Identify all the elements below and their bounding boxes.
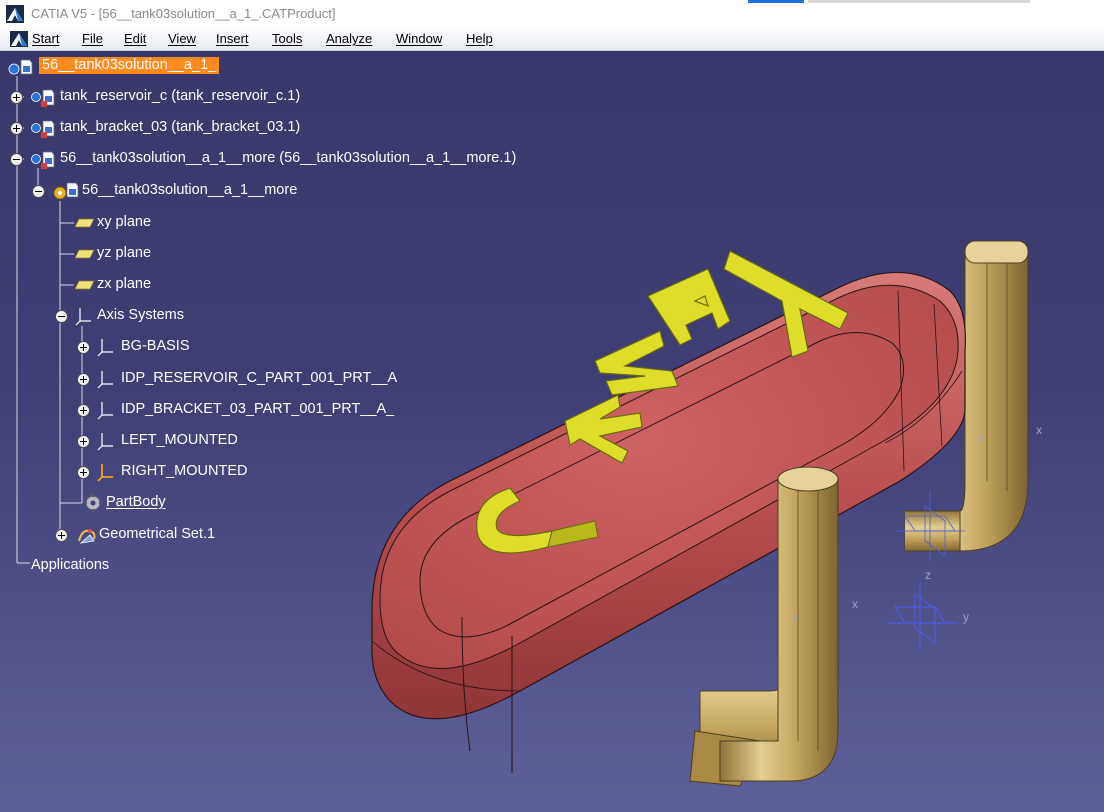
menu-help[interactable]: Help bbox=[466, 31, 493, 46]
axis-label-y-2: y bbox=[792, 609, 798, 623]
tree-label-left-mounted[interactable]: LEFT_MOUNTED bbox=[121, 432, 238, 449]
axis-system-icon bbox=[97, 402, 113, 420]
tree-label-yz-plane[interactable]: yz plane bbox=[97, 245, 151, 262]
expand-icon[interactable] bbox=[77, 466, 90, 479]
tree-node-axis-systems[interactable]: Axis Systems bbox=[0, 306, 300, 326]
axis-gizmo-left-mounted[interactable] bbox=[888, 581, 958, 651]
tree-node-applications[interactable]: Applications bbox=[0, 556, 200, 576]
menu-window[interactable]: Window bbox=[396, 31, 442, 46]
tree-node-yz-plane[interactable]: yz plane bbox=[0, 244, 300, 264]
component-icon bbox=[31, 89, 55, 107]
tree-node-part[interactable]: 56__tank03solution__a_1__more bbox=[0, 181, 400, 201]
tree-label-idp-bracket[interactable]: IDP_BRACKET_03_PART_001_PRT__A_ bbox=[121, 401, 394, 418]
axis-label-z-1: z bbox=[925, 568, 931, 582]
collapse-icon[interactable] bbox=[32, 185, 45, 198]
expand-icon[interactable] bbox=[77, 435, 90, 448]
partbody-gear-icon bbox=[84, 494, 102, 512]
menu-bar: Start File Edit View Insert Tools Analyz… bbox=[0, 28, 1104, 51]
plane-icon bbox=[75, 280, 95, 290]
tree-node-left-mounted[interactable]: LEFT_MOUNTED bbox=[0, 431, 300, 451]
component-icon bbox=[31, 120, 55, 138]
menu-analyze[interactable]: Analyze bbox=[326, 31, 372, 46]
expand-icon[interactable] bbox=[77, 404, 90, 417]
menu-file[interactable]: File bbox=[82, 31, 103, 46]
tree-node-idp-bracket[interactable]: IDP_BRACKET_03_PART_001_PRT__A_ bbox=[0, 400, 420, 420]
expand-icon[interactable] bbox=[10, 122, 23, 135]
window-title: CATIA V5 - [56__tank03solution__a_1_.CAT… bbox=[31, 6, 336, 21]
title-bar: CATIA V5 - [56__tank03solution__a_1_.CAT… bbox=[0, 0, 1104, 28]
expand-icon[interactable] bbox=[77, 373, 90, 386]
menu-view[interactable]: View bbox=[168, 31, 196, 46]
specification-tree: 56__tank03solution__a_1_ tank_reservoir_… bbox=[0, 51, 600, 591]
tree-label-axis-systems[interactable]: Axis Systems bbox=[97, 307, 184, 324]
tree-node-tank-bracket[interactable]: tank_bracket_03 (tank_bracket_03.1) bbox=[0, 118, 400, 138]
tree-node-tank-reservoir[interactable]: tank_reservoir_c (tank_reservoir_c.1) bbox=[0, 87, 400, 107]
tree-node-zx-plane[interactable]: zx plane bbox=[0, 275, 300, 295]
collapse-icon[interactable] bbox=[10, 153, 23, 166]
tree-label-geometrical-set[interactable]: Geometrical Set.1 bbox=[99, 526, 215, 543]
tree-node-geometrical-set[interactable]: Geometrical Set.1 bbox=[0, 525, 300, 545]
tree-node-more-product[interactable]: 56__tank03solution__a_1__more (56__tank0… bbox=[0, 149, 600, 169]
plane-icon bbox=[75, 249, 95, 259]
tree-label-more-product[interactable]: 56__tank03solution__a_1__more (56__tank0… bbox=[60, 150, 516, 167]
menu-insert[interactable]: Insert bbox=[216, 31, 249, 46]
tree-label-applications[interactable]: Applications bbox=[31, 557, 109, 574]
geometrical-set-icon bbox=[78, 529, 96, 544]
3d-viewport[interactable]: x y x y y z 56__tank03solution__a_1_ tan… bbox=[0, 51, 1104, 812]
tree-node-root[interactable]: 56__tank03solution__a_1_ bbox=[0, 56, 260, 76]
tree-label-right-mounted[interactable]: RIGHT_MOUNTED bbox=[121, 463, 247, 480]
tree-node-right-mounted[interactable]: RIGHT_MOUNTED bbox=[0, 462, 300, 482]
tree-label-idp-reservoir[interactable]: IDP_RESERVOIR_C_PART_001_PRT__A bbox=[121, 370, 397, 387]
plane-icon bbox=[75, 218, 95, 228]
expand-icon[interactable] bbox=[55, 529, 68, 542]
tree-label-tank-reservoir[interactable]: tank_reservoir_c (tank_reservoir_c.1) bbox=[60, 88, 300, 105]
catia-logo-icon bbox=[6, 5, 24, 23]
tree-node-xy-plane[interactable]: xy plane bbox=[0, 213, 300, 233]
axis-label-y-1: y bbox=[978, 430, 984, 444]
axis-system-icon bbox=[97, 371, 113, 389]
axis-system-icon bbox=[97, 433, 113, 451]
title-bar-strip bbox=[808, 0, 1030, 3]
tree-label-partbody[interactable]: PartBody bbox=[106, 494, 166, 511]
catia-menu-logo-icon[interactable] bbox=[10, 31, 28, 47]
axis-system-icon bbox=[97, 339, 113, 357]
tree-label-xy-plane[interactable]: xy plane bbox=[97, 214, 151, 231]
collapse-icon[interactable] bbox=[55, 310, 68, 323]
axis-system-icon bbox=[75, 308, 91, 326]
axis-label-x-2: x bbox=[852, 597, 858, 611]
tree-label-zx-plane[interactable]: zx plane bbox=[97, 276, 151, 293]
axis-system-active-icon bbox=[97, 464, 113, 482]
menu-edit[interactable]: Edit bbox=[124, 31, 146, 46]
menu-start[interactable]: Start bbox=[32, 31, 59, 46]
title-bar-accent bbox=[748, 0, 804, 3]
tree-label-part[interactable]: 56__tank03solution__a_1__more bbox=[82, 182, 297, 199]
tree-label-bg-basis[interactable]: BG-BASIS bbox=[121, 338, 190, 355]
tree-label-root[interactable]: 56__tank03solution__a_1_ bbox=[39, 57, 220, 74]
tree-node-bg-basis[interactable]: BG-BASIS bbox=[0, 337, 300, 357]
tree-node-idp-reservoir[interactable]: IDP_RESERVOIR_C_PART_001_PRT__A bbox=[0, 369, 420, 389]
product-icon bbox=[8, 59, 33, 75]
expand-icon[interactable] bbox=[77, 341, 90, 354]
tree-node-partbody[interactable]: PartBody bbox=[0, 493, 300, 513]
axis-label-x-1: x bbox=[1036, 423, 1042, 437]
expand-icon[interactable] bbox=[10, 91, 23, 104]
component-icon bbox=[31, 151, 55, 169]
part-icon bbox=[53, 182, 79, 200]
tree-label-tank-bracket[interactable]: tank_bracket_03 (tank_bracket_03.1) bbox=[60, 119, 300, 136]
menu-tools[interactable]: Tools bbox=[272, 31, 302, 46]
axis-label-y-3: y bbox=[963, 610, 969, 624]
